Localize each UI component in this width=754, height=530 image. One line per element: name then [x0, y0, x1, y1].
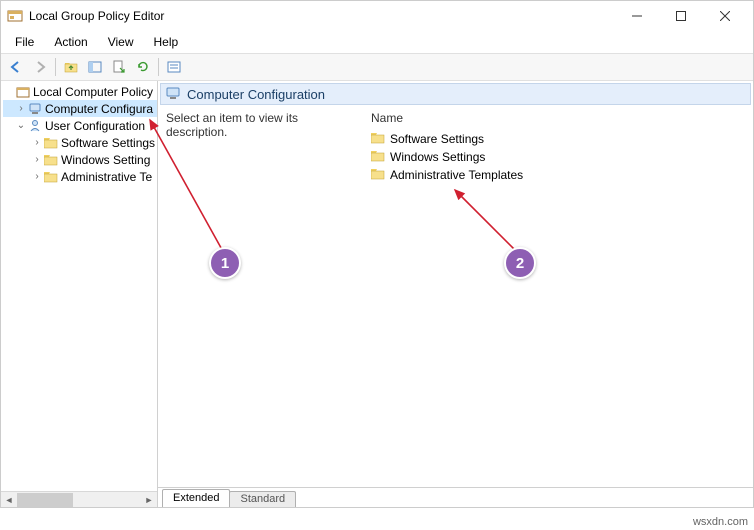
titlebar: Local Group Policy Editor [1, 1, 753, 31]
forward-button[interactable] [29, 56, 51, 78]
details-body: Select an item to view its description. … [158, 107, 753, 487]
tree-label: Local Computer Policy [33, 85, 153, 99]
tree-label: Software Settings [61, 136, 155, 150]
column-header-name[interactable]: Name [371, 111, 745, 130]
tree-user-configuration[interactable]: ⌄ User Configuration [3, 117, 157, 134]
list-item-software-settings[interactable]: Software Settings [371, 130, 745, 148]
toolbar-separator [55, 58, 56, 76]
menu-view[interactable]: View [98, 33, 144, 51]
expander-icon[interactable]: › [31, 137, 43, 148]
tree-computer-configuration[interactable]: › Computer Configura [3, 100, 157, 117]
window-frame: Local Group Policy Editor File Action Vi… [0, 0, 754, 508]
tree-label: Administrative Te [61, 170, 152, 184]
toolbar-separator [158, 58, 159, 76]
description-text: Select an item to view its description. [166, 111, 298, 139]
expander-icon[interactable]: ⌄ [15, 120, 27, 131]
refresh-button[interactable] [132, 56, 154, 78]
back-button[interactable] [5, 56, 27, 78]
list-item-label: Windows Settings [390, 150, 485, 164]
maximize-button[interactable] [659, 1, 703, 31]
up-button[interactable] [60, 56, 82, 78]
list-item-administrative-templates[interactable]: Administrative Templates [371, 166, 745, 184]
computer-icon [165, 86, 181, 102]
menu-help[interactable]: Help [144, 33, 189, 51]
folder-icon [43, 170, 59, 184]
window-title: Local Group Policy Editor [29, 9, 615, 23]
details-pane: Computer Configuration Select an item to… [158, 81, 753, 507]
computer-icon [27, 102, 43, 116]
menu-action[interactable]: Action [44, 33, 97, 51]
menu-file[interactable]: File [5, 33, 44, 51]
window-controls [615, 1, 747, 31]
watermark: wsxdn.com [693, 516, 748, 528]
tree-windows-settings[interactable]: › Windows Setting [3, 151, 157, 168]
details-tabs: Extended Standard [158, 487, 753, 507]
tree-software-settings[interactable]: › Software Settings [3, 134, 157, 151]
annotation-badge-1: 1 [209, 247, 241, 279]
list-item-label: Administrative Templates [390, 168, 523, 182]
tree-label: Computer Configura [45, 102, 153, 116]
tree-hscrollbar[interactable]: ◄ ► [1, 491, 157, 507]
list-item-label: Software Settings [390, 132, 484, 146]
description-column: Select an item to view its description. [166, 111, 371, 483]
tree: › Local Computer Policy › Computer Confi… [1, 81, 157, 185]
close-button[interactable] [703, 1, 747, 31]
folder-icon [43, 153, 59, 167]
filter-button[interactable] [163, 56, 185, 78]
menubar: File Action View Help [1, 31, 753, 53]
folder-icon [371, 150, 387, 164]
expander-icon[interactable]: › [15, 103, 27, 114]
expander-icon[interactable]: › [31, 171, 43, 182]
tree-root[interactable]: › Local Computer Policy [3, 83, 157, 100]
folder-icon [371, 132, 387, 146]
minimize-button[interactable] [615, 1, 659, 31]
folder-icon [43, 136, 59, 150]
app-icon [7, 8, 23, 24]
tree-label: User Configuration [45, 119, 145, 133]
list-column: Name Software Settings Windows Settings … [371, 111, 745, 483]
tree-label: Windows Setting [61, 153, 150, 167]
details-header: Computer Configuration [160, 83, 751, 105]
details-header-text: Computer Configuration [187, 87, 325, 102]
user-icon [27, 119, 43, 133]
tree-administrative-templates[interactable]: › Administrative Te [3, 168, 157, 185]
annotation-badge-2: 2 [504, 247, 536, 279]
scroll-right-icon[interactable]: ► [141, 493, 157, 507]
scroll-left-icon[interactable]: ◄ [1, 493, 17, 507]
export-list-button[interactable] [108, 56, 130, 78]
body-area: › Local Computer Policy › Computer Confi… [1, 81, 753, 507]
tab-extended[interactable]: Extended [162, 489, 230, 507]
tab-standard[interactable]: Standard [229, 491, 296, 507]
tree-pane: › Local Computer Policy › Computer Confi… [1, 81, 158, 507]
toolbar [1, 53, 753, 81]
show-hide-tree-button[interactable] [84, 56, 106, 78]
policy-icon [15, 85, 31, 99]
folder-icon [371, 168, 387, 182]
expander-icon[interactable]: › [31, 154, 43, 165]
list-item-windows-settings[interactable]: Windows Settings [371, 148, 745, 166]
scroll-thumb[interactable] [17, 493, 73, 507]
